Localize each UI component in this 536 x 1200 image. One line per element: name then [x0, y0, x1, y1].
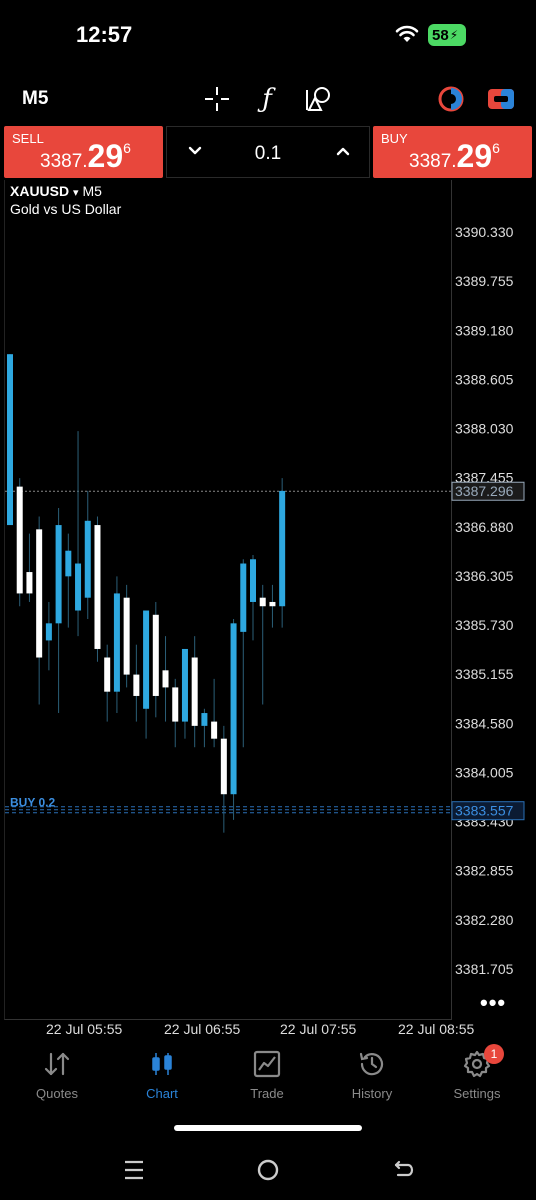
candle-body [143, 610, 150, 709]
candle-body [123, 597, 130, 675]
nav-settings[interactable]: 1 Settings [432, 1044, 522, 1101]
nav-trade-label: Trade [250, 1086, 284, 1101]
y-tick-label: 3388.605 [455, 371, 514, 387]
order-price-label: 3383.557 [455, 803, 514, 819]
y-tick-label: 3389.180 [455, 322, 514, 338]
home-button-icon[interactable] [248, 1150, 288, 1190]
nav-quotes[interactable]: Quotes [12, 1048, 102, 1101]
x-tick-label: 22 Jul 06:55 [164, 1021, 240, 1037]
candle-body [75, 563, 82, 611]
candle-body [113, 593, 120, 692]
y-tick-label: 3384.580 [455, 715, 514, 731]
x-tick-label: 22 Jul 07:55 [280, 1021, 356, 1037]
candle-body [240, 563, 247, 632]
home-indicator[interactable] [174, 1125, 362, 1131]
order-line-label: BUY 0.2 [10, 796, 55, 810]
candle-body [250, 559, 256, 602]
y-tick-label: 3386.305 [455, 568, 514, 584]
nav-quotes-label: Quotes [36, 1086, 78, 1101]
candle-body [104, 657, 111, 692]
candle-body [16, 486, 23, 594]
candle-body [65, 550, 72, 577]
candle-body [191, 657, 198, 726]
nav-history-label: History [351, 1086, 393, 1101]
y-tick-label: 3389.755 [455, 273, 514, 289]
y-tick-label: 3390.330 [455, 224, 514, 240]
chart-icon [117, 1048, 207, 1080]
candle-body [133, 674, 140, 696]
candle-body [7, 354, 13, 526]
y-tick-label: 3382.855 [455, 863, 514, 879]
history-icon [327, 1048, 417, 1080]
symbol-description: Gold vs US Dollar [10, 201, 122, 217]
gear-icon: 1 [432, 1044, 522, 1080]
settings-badge: 1 [484, 1044, 504, 1064]
candle-body [220, 738, 227, 795]
candle-body [152, 614, 159, 696]
x-tick-label: 22 Jul 05:55 [46, 1021, 122, 1037]
y-tick-label: 3386.880 [455, 519, 514, 535]
x-tick-label: 22 Jul 08:55 [398, 1021, 474, 1037]
candle-body [162, 670, 169, 688]
symbol-name: XAUUSD [10, 183, 70, 199]
candle-body [45, 623, 52, 641]
nav-trade[interactable]: Trade [222, 1048, 312, 1101]
y-tick-label: 3385.730 [455, 617, 514, 633]
candle-body [201, 713, 208, 726]
symbol-dropdown-icon[interactable]: ▾ [73, 187, 79, 199]
candle-body [211, 721, 218, 739]
candle-body [279, 490, 286, 607]
nav-chart-label: Chart [146, 1086, 178, 1101]
nav-history[interactable]: History [327, 1048, 417, 1101]
more-options-icon[interactable]: ••• [480, 990, 506, 1016]
symbol-timeframe: M5 [82, 183, 102, 199]
quotes-icon [12, 1048, 102, 1080]
candle-body [269, 601, 276, 607]
candle-body [94, 525, 101, 649]
recent-apps-icon[interactable] [114, 1150, 154, 1190]
trade-icon [222, 1048, 312, 1080]
candle-body [181, 648, 188, 722]
candle-body [230, 623, 237, 795]
candle-body [26, 572, 33, 594]
candlestick-chart[interactable]: 3390.330 3389.755 3389.180 3388.605 3388.030… [0, 0, 536, 1040]
y-tick-label: 3382.280 [455, 912, 514, 928]
candle-body [36, 529, 43, 658]
y-tick-label: 3381.705 [455, 961, 514, 977]
nav-chart[interactable]: Chart [117, 1048, 207, 1101]
candle-body [259, 597, 266, 607]
back-icon[interactable] [382, 1150, 422, 1190]
candle-body [172, 687, 179, 722]
y-tick-label: 3384.005 [455, 764, 514, 780]
chart-symbol: XAUUSD ▾ M5 [10, 183, 102, 199]
candle-body [55, 525, 62, 624]
y-tick-label: 3385.155 [455, 666, 514, 682]
y-tick-label: 3388.030 [455, 421, 514, 437]
nav-settings-label: Settings [453, 1086, 501, 1101]
current-price-label: 3387.296 [455, 483, 514, 499]
candle-body [84, 520, 91, 598]
bottom-navigation: Quotes Chart Trade History 1 Settings [0, 1040, 536, 1110]
